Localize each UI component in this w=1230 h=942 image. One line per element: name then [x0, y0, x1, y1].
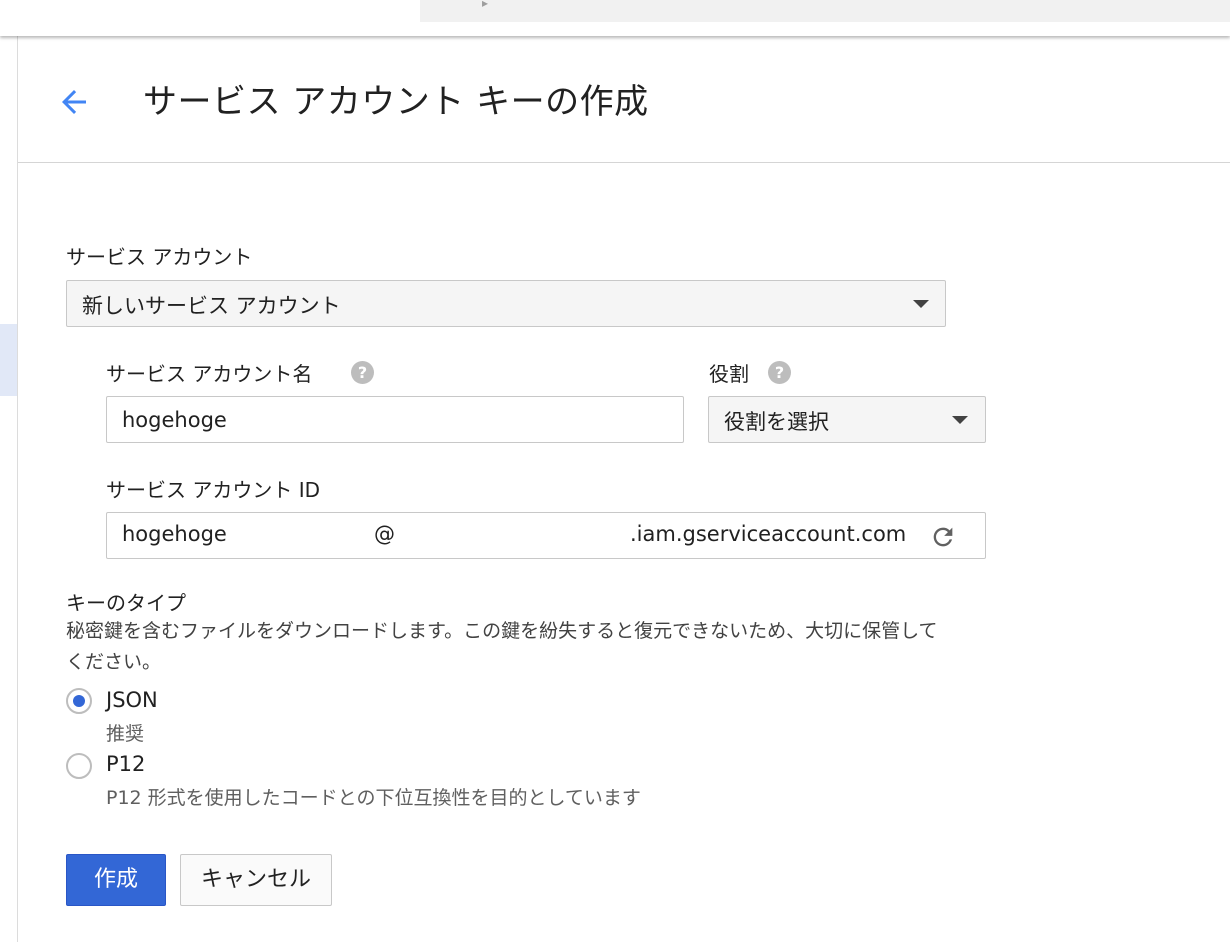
radio-p12-sub: P12 形式を使用したコードとの下位互換性を目的としています [106, 787, 641, 809]
help-icon[interactable]: ? [351, 361, 374, 384]
page-header: サービス アカウント キーの作成 [18, 36, 1230, 163]
cancel-button[interactable]: キャンセル [180, 854, 332, 906]
account-name-label: サービス アカウント名 [106, 362, 313, 386]
account-id-label: サービス アカウント ID [106, 478, 321, 502]
top-bar: ▸ [0, 0, 1230, 36]
key-type-title: キーのタイプ [66, 591, 186, 615]
role-selected: 役割を選択 [724, 410, 829, 434]
search-bar-edge: ▸ [482, 0, 489, 10]
role-select[interactable]: 役割を選択 [708, 396, 986, 443]
radio-p12-label[interactable]: P12 [106, 752, 145, 776]
account-id-value[interactable]: hogehoge [122, 522, 227, 546]
refresh-icon[interactable] [929, 523, 957, 551]
left-nav-divider [17, 36, 18, 942]
service-account-select[interactable]: 新しいサービス アカウント [66, 280, 946, 327]
radio-json[interactable] [66, 688, 92, 714]
service-account-label: サービス アカウント [66, 245, 253, 269]
left-nav-active-indicator[interactable] [0, 324, 17, 396]
account-name-input[interactable] [106, 396, 684, 443]
chevron-down-icon [952, 416, 968, 424]
account-id-domain: .iam.gserviceaccount.com [630, 522, 907, 546]
radio-json-sub: 推奨 [106, 723, 145, 745]
chevron-down-icon [913, 300, 929, 308]
service-account-selected: 新しいサービス アカウント [82, 294, 341, 318]
key-type-description: 秘密鍵を含むファイルをダウンロードします。この鍵を紛失すると復元できないため、大… [66, 620, 938, 673]
account-id-at: @ [374, 522, 395, 546]
account-id-field[interactable]: hogehoge @ .iam.gserviceaccount.com [106, 512, 986, 559]
help-icon[interactable]: ? [768, 361, 791, 384]
radio-p12[interactable] [66, 753, 92, 779]
arrow-back-icon[interactable] [56, 84, 92, 120]
create-button[interactable]: 作成 [66, 854, 166, 906]
search-bar[interactable]: ▸ [420, 0, 1230, 22]
role-label: 役割 [709, 362, 749, 386]
page-title: サービス アカウント キーの作成 [143, 82, 649, 122]
radio-json-label[interactable]: JSON [106, 688, 158, 712]
